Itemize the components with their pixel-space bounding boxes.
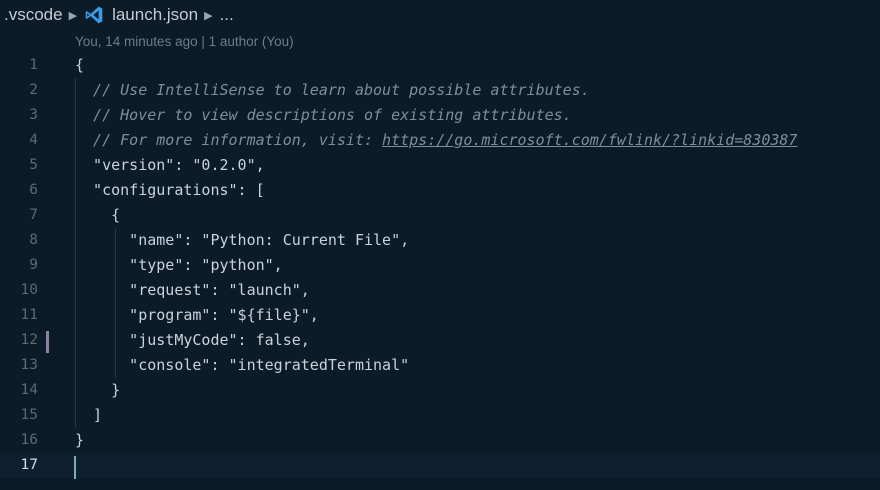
- breadcrumb: .vscode ▶ launch.json ▶ ...: [0, 0, 880, 30]
- code-text: {: [75, 53, 84, 78]
- code-line[interactable]: 1{: [0, 53, 880, 78]
- code-line[interactable]: 4 // For more information, visit: https:…: [0, 128, 880, 153]
- line-number: 2: [29, 82, 38, 98]
- modified-line-indicator[interactable]: [46, 331, 49, 353]
- breadcrumb-folder[interactable]: .vscode: [0, 5, 63, 25]
- line-number: 13: [20, 357, 38, 373]
- code-content: // Use IntelliSense to learn about possi…: [75, 81, 590, 99]
- code-text: "version": "0.2.0",: [75, 153, 265, 178]
- code-line[interactable]: 10 "request": "launch",: [0, 278, 880, 303]
- indent-guide: [75, 78, 76, 428]
- code-content: "console": "integratedTerminal": [75, 356, 410, 374]
- breadcrumb-file[interactable]: launch.json: [112, 5, 198, 25]
- code-text: }: [75, 428, 84, 453]
- code-content: {: [75, 206, 121, 224]
- code-line[interactable]: 14 }: [0, 378, 880, 403]
- line-number: 15: [20, 407, 38, 423]
- text-cursor: [74, 456, 76, 479]
- code-line[interactable]: 5 "version": "0.2.0",: [0, 153, 880, 178]
- code-text: // Hover to view descriptions of existin…: [75, 103, 572, 128]
- code-link[interactable]: https://go.microsoft.com/fwlink/?linkid=…: [382, 131, 797, 149]
- code-text: "type": "python",: [75, 253, 283, 278]
- code-text: "request": "launch",: [75, 278, 310, 303]
- code-line[interactable]: 11 "program": "${file}",: [0, 303, 880, 328]
- code-line[interactable]: 15 ]: [0, 403, 880, 428]
- code-content: "type": "python",: [75, 256, 283, 274]
- code-text: "program": "${file}",: [75, 303, 319, 328]
- line-number: 16: [20, 432, 38, 448]
- line-number: 3: [29, 107, 38, 123]
- code-line[interactable]: 16}: [0, 428, 880, 453]
- chevron-right-icon: ▶: [204, 9, 213, 22]
- breadcrumb-more[interactable]: ...: [220, 5, 234, 25]
- code-text: // Use IntelliSense to learn about possi…: [75, 78, 590, 103]
- line-number: 5: [29, 157, 38, 173]
- line-number: 10: [20, 282, 38, 298]
- code-content: "configurations": [: [75, 181, 265, 199]
- line-number: 1: [29, 57, 38, 73]
- code-line[interactable]: 7 {: [0, 203, 880, 228]
- code-line[interactable]: 3 // Hover to view descriptions of exist…: [0, 103, 880, 128]
- indent-guide: [115, 228, 116, 378]
- code-line[interactable]: 8 "name": "Python: Current File",: [0, 228, 880, 253]
- code-content: "version": "0.2.0",: [75, 156, 265, 174]
- line-number: 4: [29, 132, 38, 148]
- code-line[interactable]: 2 // Use IntelliSense to learn about pos…: [0, 78, 880, 103]
- line-number: 14: [20, 382, 38, 398]
- code-line[interactable]: 6 "configurations": [: [0, 178, 880, 203]
- code-line[interactable]: 12 "justMyCode": false,: [0, 328, 880, 353]
- code-editor[interactable]: 1{2 // Use IntelliSense to learn about p…: [0, 53, 880, 478]
- line-number: 17: [20, 457, 38, 473]
- code-content: // For more information, visit:: [75, 131, 383, 149]
- line-number: 12: [20, 332, 38, 348]
- code-content: // Hover to view descriptions of existin…: [75, 106, 572, 124]
- code-text: "justMyCode": false,: [75, 328, 310, 353]
- code-text: "name": "Python: Current File",: [75, 228, 409, 253]
- code-content: ]: [75, 406, 103, 424]
- code-text: ]: [75, 403, 102, 428]
- code-line[interactable]: 17: [0, 453, 880, 478]
- code-content: "request": "launch",: [75, 281, 310, 299]
- code-text: "configurations": [: [75, 178, 265, 203]
- git-blame-codelens[interactable]: You, 14 minutes ago | 1 author (You): [75, 34, 294, 49]
- code-line[interactable]: 13 "console": "integratedTerminal": [0, 353, 880, 378]
- line-number: 6: [29, 182, 38, 198]
- code-content: }: [75, 431, 85, 449]
- code-content: "name": "Python: Current File",: [75, 231, 410, 249]
- code-line[interactable]: 9 "type": "python",: [0, 253, 880, 278]
- chevron-right-icon: ▶: [68, 9, 78, 22]
- line-number: 8: [29, 232, 38, 248]
- line-number: 11: [20, 307, 38, 323]
- code-content: {: [75, 56, 85, 74]
- line-number: 7: [29, 207, 38, 223]
- code-content: }: [75, 381, 121, 399]
- line-number: 9: [29, 257, 38, 273]
- code-content: "justMyCode": false,: [75, 331, 310, 349]
- code-text: {: [75, 203, 120, 228]
- code-content: "program": "${file}",: [75, 306, 319, 324]
- code-text: "console": "integratedTerminal": [75, 353, 409, 378]
- code-text: }: [75, 378, 120, 403]
- code-text: // For more information, visit: https://…: [75, 128, 797, 153]
- vscode-icon: [85, 6, 103, 24]
